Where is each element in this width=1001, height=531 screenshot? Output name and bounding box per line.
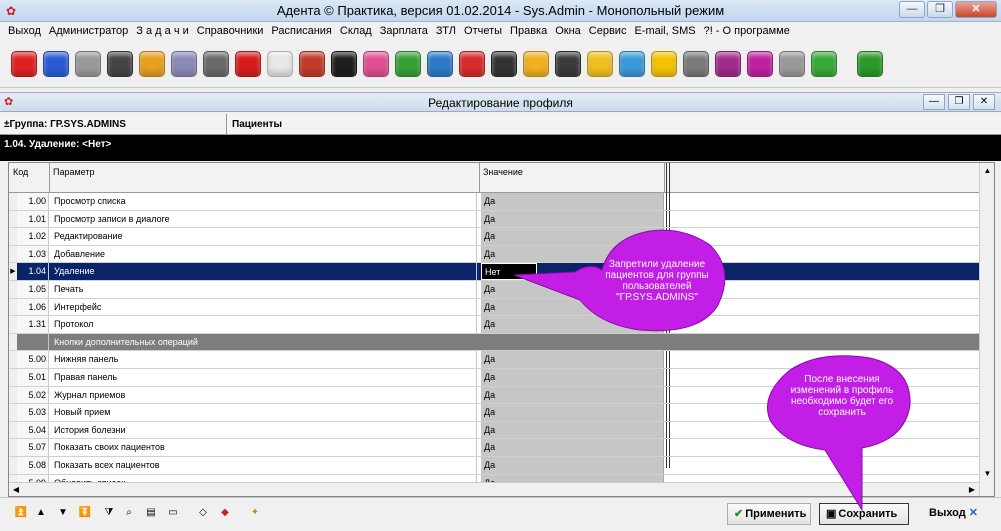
app-window: ✿ Адента © Практика, версия 01.02.2014 -… [0, 0, 1001, 531]
callout-text-2: После внесения изменений в профиль необх… [790, 374, 894, 418]
callout-layer [513, 229, 911, 512]
callout-text-1: Запретили удаление пациентов для группы … [605, 259, 709, 303]
